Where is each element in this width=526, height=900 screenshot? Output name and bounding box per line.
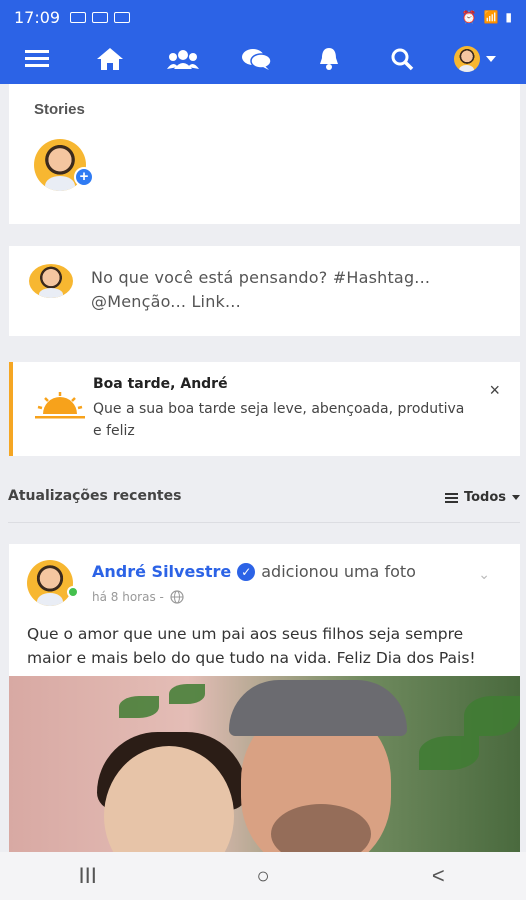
author-avatar[interactable]	[27, 560, 73, 606]
stories-card: Stories +	[9, 84, 520, 224]
add-story-button[interactable]: +	[34, 139, 96, 191]
post-meta: há 8 horas -	[92, 590, 184, 604]
post-photo[interactable]	[9, 676, 520, 852]
home-button[interactable]	[73, 34, 146, 84]
globe-icon	[170, 590, 184, 604]
bell-icon	[319, 48, 338, 70]
sunset-icon	[35, 392, 85, 419]
menu-button[interactable]	[0, 34, 73, 84]
recent-apps-button[interactable]: III	[58, 863, 118, 889]
close-icon[interactable]: ×	[489, 380, 500, 401]
chevron-down-icon	[485, 56, 496, 62]
post-header: André Silvestre ✓ adicionou uma foto	[92, 562, 416, 581]
post-action: adicionou uma foto	[261, 562, 416, 581]
groups-icon	[166, 50, 199, 69]
greeting-card: Boa tarde, André Que a sua boa tarde sej…	[9, 362, 520, 456]
home-circle-button[interactable]: ○	[233, 863, 293, 889]
greeting-title: Boa tarde, André	[93, 376, 228, 392]
search-icon	[391, 48, 413, 71]
profile-avatar	[453, 46, 480, 72]
status-bar: 17:09 ⏰ 📶 ▮	[0, 0, 526, 34]
chat-icon	[241, 49, 271, 70]
feed-post: André Silvestre ✓ adicionou uma foto há …	[9, 544, 520, 852]
messages-button[interactable]	[219, 34, 292, 84]
plus-icon: +	[74, 167, 94, 187]
stories-title: Stories	[34, 101, 85, 118]
system-status-icons: ⏰ 📶 ▮	[461, 10, 512, 24]
updates-title: Atualizações recentes	[8, 488, 182, 504]
post-composer[interactable]: No que você está pensando? #Hashtag... @…	[9, 246, 520, 336]
menu-icon	[24, 50, 49, 67]
online-status-icon	[67, 586, 79, 598]
post-text: Que o amor que une um pai aos seus filho…	[27, 625, 476, 667]
filter-label: Todos	[463, 490, 506, 505]
author-name[interactable]: André Silvestre	[92, 562, 231, 581]
notification-icons	[70, 11, 131, 23]
wifi-icon: 📶	[483, 10, 499, 24]
battery-icon: ▮	[505, 10, 512, 24]
verified-icon: ✓	[237, 562, 256, 581]
post-time[interactable]: há 8 horas -	[92, 590, 164, 604]
android-nav-bar: III ○ <	[0, 852, 526, 900]
list-icon	[444, 492, 458, 503]
user-avatar	[29, 264, 73, 298]
top-navbar	[0, 34, 526, 84]
greeting-text: Que a sua boa tarde seja leve, abençoada…	[93, 401, 465, 439]
back-button[interactable]: <	[408, 863, 468, 889]
status-time: 17:09	[14, 7, 61, 27]
chevron-down-icon	[512, 495, 520, 500]
groups-button[interactable]	[146, 34, 219, 84]
alarm-icon: ⏰	[461, 10, 477, 24]
composer-placeholder[interactable]: No que você está pensando? #Hashtag... @…	[91, 266, 491, 314]
notifications-button[interactable]	[292, 34, 365, 84]
post-options-chevron-icon[interactable]: ⌄	[478, 566, 490, 583]
filter-dropdown[interactable]: Todos	[444, 490, 520, 505]
divider	[8, 522, 520, 523]
search-button[interactable]	[365, 34, 438, 84]
home-icon	[96, 48, 123, 70]
profile-menu-button[interactable]	[438, 34, 511, 84]
